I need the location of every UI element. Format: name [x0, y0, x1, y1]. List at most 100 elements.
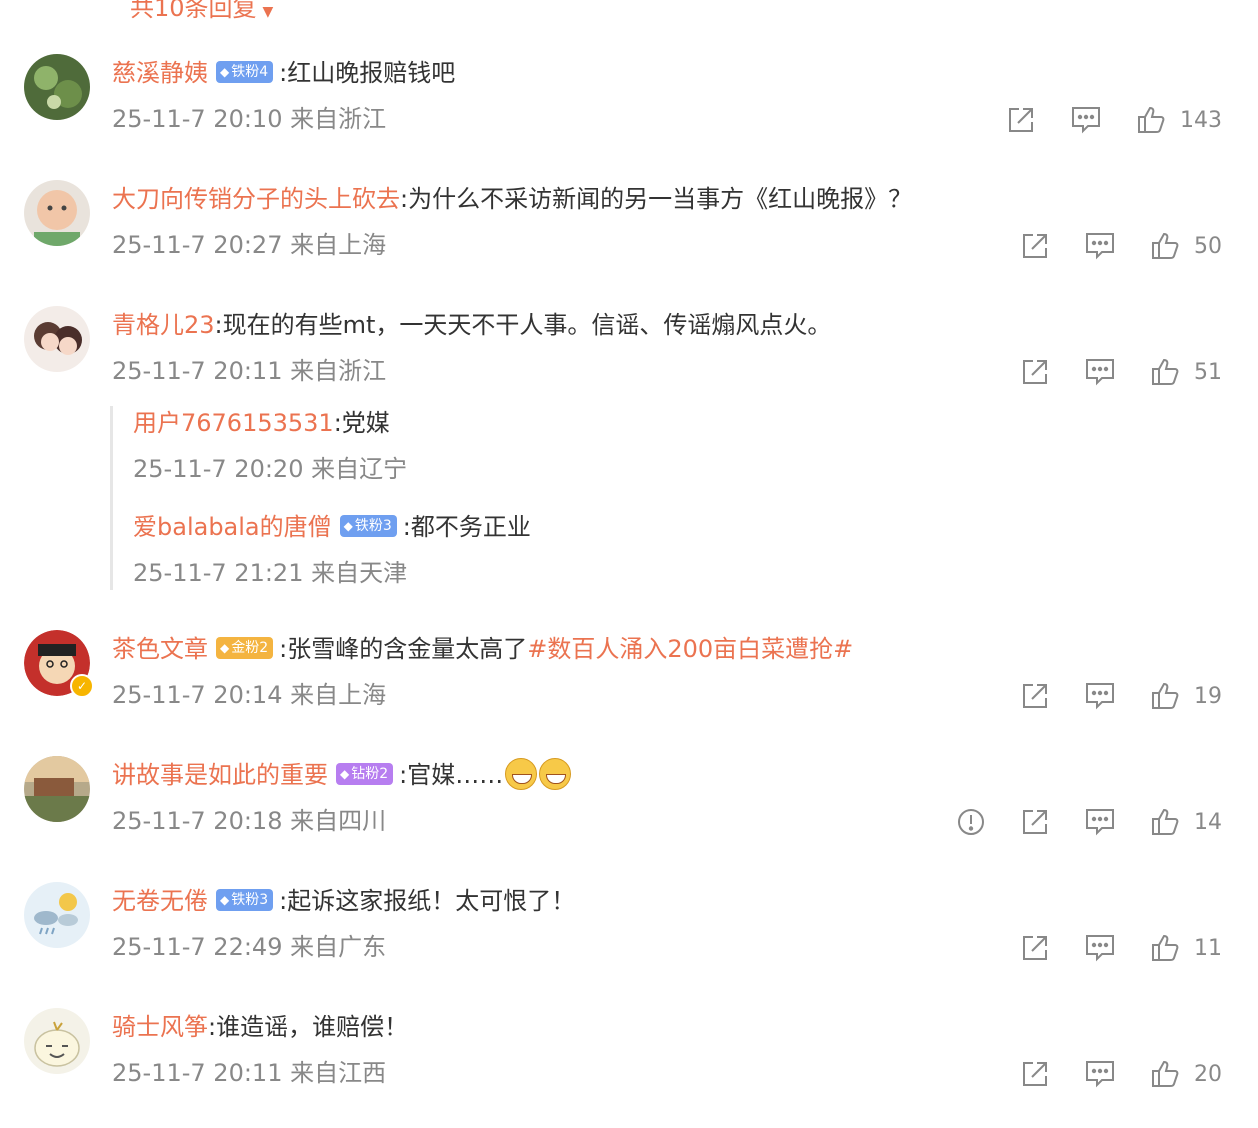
comment-actions: 143: [972, 100, 1222, 140]
diamond-icon: ◆: [343, 519, 353, 533]
sub-reply-thread: 用户7676153531:党媒 25-11-7 20:20 来自辽宁 爱bala…: [110, 406, 1013, 590]
comment-button[interactable]: [1084, 231, 1116, 261]
like-count: 51: [1194, 359, 1222, 385]
comment-meta: 25-11-7 20:10 来自浙江: [112, 102, 386, 136]
avatar[interactable]: [24, 54, 90, 120]
comment-text: 为什么不采访新闻的另一当事方《红山晚报》？: [408, 185, 913, 213]
comment-username[interactable]: 讲故事是如此的重要: [112, 761, 328, 789]
comment-username[interactable]: 无卷无倦: [112, 887, 208, 915]
diamond-icon: ◆: [220, 893, 230, 907]
hashtag-link[interactable]: #数百人涌入200亩白菜遭抢#: [527, 635, 853, 663]
share-button[interactable]: [1020, 231, 1050, 261]
share-button[interactable]: [1006, 105, 1036, 135]
comment-icon: [1086, 809, 1114, 836]
share-button[interactable]: [1020, 807, 1050, 837]
comment-item: 骑士风筝:谁造谣，谁赔偿！ 25-11-7 20:11 来自江西 20: [0, 1008, 1258, 1128]
sub-reply-username[interactable]: 用户7676153531: [133, 409, 334, 437]
comment-text: 谁造谣，谁赔偿！: [216, 1013, 409, 1041]
comment-username[interactable]: 大刀向传销分子的头上砍去: [112, 185, 400, 213]
comment-actions: 14: [922, 802, 1222, 842]
like-button[interactable]: 51: [1150, 357, 1222, 387]
comment-button[interactable]: [1084, 681, 1116, 711]
report-icon: [958, 809, 984, 835]
comment-username[interactable]: 慈溪静姨: [112, 59, 208, 87]
diamond-icon: ◆: [220, 641, 230, 655]
comment-item: 大刀向传销分子的头上砍去:为什么不采访新闻的另一当事方《红山晚报》？ 25-11…: [0, 180, 1258, 300]
comment-meta: 25-11-7 20:18 来自四川: [112, 804, 386, 838]
comment-text: 红山晚报赔钱吧: [287, 59, 456, 87]
fan-badge[interactable]: ◆ 铁粉4: [216, 61, 274, 83]
avatar[interactable]: ✓: [24, 630, 94, 698]
share-icon: [1023, 810, 1047, 834]
share-button[interactable]: [1020, 933, 1050, 963]
comment-location: 来自广东: [290, 933, 387, 961]
thumbs-up-icon: [1152, 682, 1179, 709]
sub-reply-text: 都不务正业: [410, 513, 531, 541]
chevron-down-icon: ▼: [262, 4, 274, 20]
fan-badge-label: 铁粉3: [354, 518, 392, 534]
sub-reply-meta: 25-11-7 20:20 来自辽宁: [133, 452, 407, 486]
thumbs-up-icon: [1152, 934, 1179, 961]
diamond-icon: ◆: [220, 65, 230, 79]
share-icon: [1023, 234, 1047, 258]
like-count: 20: [1194, 1061, 1222, 1087]
fan-badge-label: 铁粉4: [231, 64, 269, 80]
share-icon: [1023, 1062, 1047, 1086]
share-icon: [1009, 108, 1033, 132]
comment-username[interactable]: 骑士风筝: [112, 1013, 208, 1041]
fan-badge[interactable]: ◆ 金粉2: [216, 637, 274, 659]
like-button[interactable]: 11: [1150, 933, 1222, 963]
fan-badge[interactable]: ◆ 铁粉3: [339, 515, 397, 537]
comment-icon: [1072, 107, 1100, 134]
comment-meta: 25-11-7 22:49 来自广东: [112, 930, 386, 964]
grin-emoji-icon: [505, 758, 538, 790]
fan-badge-label: 金粉2: [231, 640, 269, 656]
avatar[interactable]: [24, 180, 90, 246]
comment-icon: [1086, 683, 1114, 710]
comment-location: 来自四川: [290, 807, 387, 835]
comment-text: 官媒……: [407, 761, 504, 789]
sub-reply-username[interactable]: 爱balabala的唐僧: [133, 513, 332, 541]
comment-text: 张雪峰的含金量太高了: [287, 635, 528, 663]
like-count: 143: [1180, 107, 1222, 133]
like-button[interactable]: 14: [1150, 807, 1222, 837]
comment-time: 25-11-7 20:14: [112, 681, 283, 709]
comment-actions: 11: [986, 928, 1222, 968]
comment-time: 25-11-7 20:11: [112, 357, 283, 385]
comment-icon: [1086, 359, 1114, 386]
share-button[interactable]: [1020, 681, 1050, 711]
comment-username[interactable]: 青格儿23: [112, 311, 215, 339]
like-button[interactable]: 19: [1150, 681, 1222, 711]
like-button[interactable]: 143: [1136, 105, 1222, 135]
avatar[interactable]: [24, 756, 90, 822]
avatar[interactable]: [24, 306, 90, 372]
grin-emoji-icon: [539, 758, 572, 790]
fan-badge[interactable]: ◆ 铁粉3: [216, 889, 274, 911]
comment-button[interactable]: [1070, 105, 1102, 135]
avatar[interactable]: [24, 882, 90, 948]
thumbs-up-icon: [1152, 232, 1179, 259]
comment-meta: 25-11-7 20:11 来自浙江: [112, 354, 386, 388]
comment-actions: 51: [986, 352, 1222, 392]
comment-location: 来自上海: [290, 681, 387, 709]
comment-location: 来自江西: [290, 1059, 387, 1087]
comment-button[interactable]: [1084, 807, 1116, 837]
comment-location: 来自上海: [290, 231, 387, 259]
comment-text: 起诉这家报纸！太可恨了！: [287, 887, 576, 915]
comment-button[interactable]: [1084, 933, 1116, 963]
comment-time: 25-11-7 22:49: [112, 933, 283, 961]
comment-actions: 20: [986, 1054, 1222, 1094]
report-button[interactable]: [956, 807, 986, 837]
share-button[interactable]: [1020, 1059, 1050, 1089]
comment-time: 25-11-7 20:10: [112, 105, 283, 133]
like-button[interactable]: 20: [1150, 1059, 1222, 1089]
comment-button[interactable]: [1084, 357, 1116, 387]
fan-badge[interactable]: ◆ 钻粉2: [336, 763, 394, 785]
like-button[interactable]: 50: [1150, 231, 1222, 261]
comment-icon: [1086, 935, 1114, 962]
comment-username[interactable]: 茶色文章: [112, 635, 208, 663]
comment-button[interactable]: [1084, 1059, 1116, 1089]
view-all-replies-link[interactable]: 共10条回复 ▼: [130, 0, 273, 23]
share-button[interactable]: [1020, 357, 1050, 387]
avatar[interactable]: [24, 1008, 90, 1074]
